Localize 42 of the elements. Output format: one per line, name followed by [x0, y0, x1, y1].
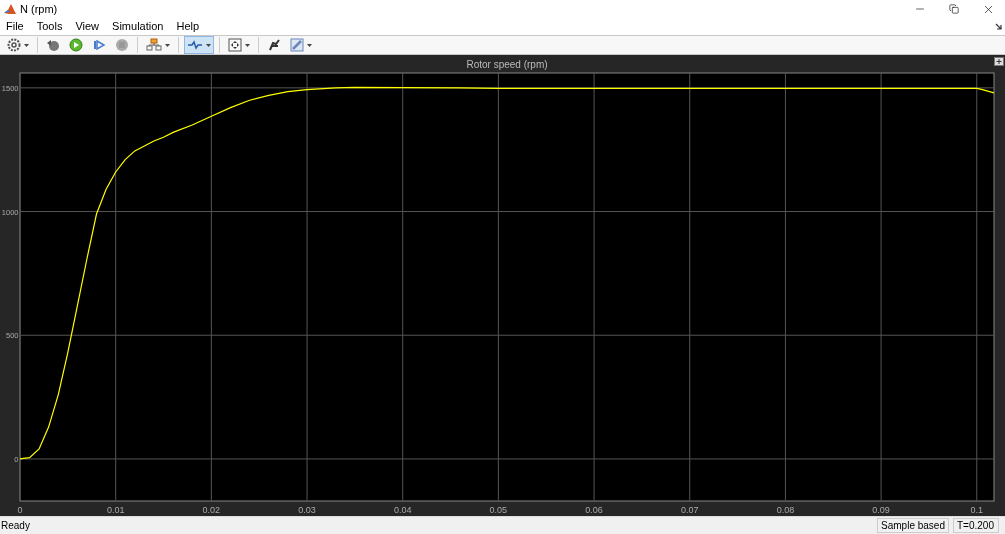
x-tick-label: 0.08: [776, 505, 795, 515]
mode-field: Sample based: [877, 518, 949, 533]
dock-icon[interactable]: [994, 57, 1004, 66]
rewind-icon: [46, 38, 60, 52]
menu-item[interactable]: File: [6, 18, 24, 35]
x-tick-label: 0.01: [106, 505, 125, 515]
step-forward-icon: [92, 38, 106, 52]
caret-icon: [24, 43, 29, 47]
toolbar-button[interactable]: [225, 36, 253, 54]
caret-icon: [206, 43, 211, 47]
fit-view-icon: [228, 38, 242, 52]
restore-icon: [949, 4, 959, 14]
caret-icon: [245, 43, 250, 47]
settings-icon: [7, 38, 21, 52]
signal-icon: [187, 39, 203, 51]
play-icon: [69, 38, 83, 52]
caret-icon: [307, 43, 312, 47]
time-field: T=0.200: [953, 518, 999, 533]
menu-item[interactable]: Simulation: [112, 18, 164, 35]
stop-icon: [115, 38, 129, 52]
x-tick-label: 0.03: [298, 505, 316, 515]
toolbar-button[interactable]: [184, 36, 214, 54]
x-tick-label: 0.06: [585, 505, 603, 515]
pencil-icon: [290, 38, 304, 52]
menu-item[interactable]: View: [75, 18, 100, 35]
plot-title: Rotor speed (rpm): [466, 59, 548, 70]
window-title: N (rpm): [20, 1, 58, 17]
cursor-icon: [267, 38, 281, 52]
x-tick-label: 0.04: [393, 505, 412, 515]
x-tick-label: 0.09: [872, 505, 890, 515]
x-tick-label: 0.07: [681, 505, 699, 515]
menu-item[interactable]: Help: [176, 18, 200, 35]
expand-arrow-icon[interactable]: [995, 23, 1002, 30]
caret-icon: [165, 43, 170, 47]
x-tick-label: 0: [17, 505, 23, 515]
menu-item[interactable]: Tools: [36, 18, 63, 35]
blocks-icon: [146, 38, 162, 52]
app-logo-icon: [4, 3, 16, 15]
x-tick-label: 0.05: [489, 505, 508, 515]
x-tick-label: 0.02: [202, 505, 221, 515]
status-text: Ready: [1, 519, 30, 533]
x-tick-label: 0.1: [970, 505, 984, 515]
